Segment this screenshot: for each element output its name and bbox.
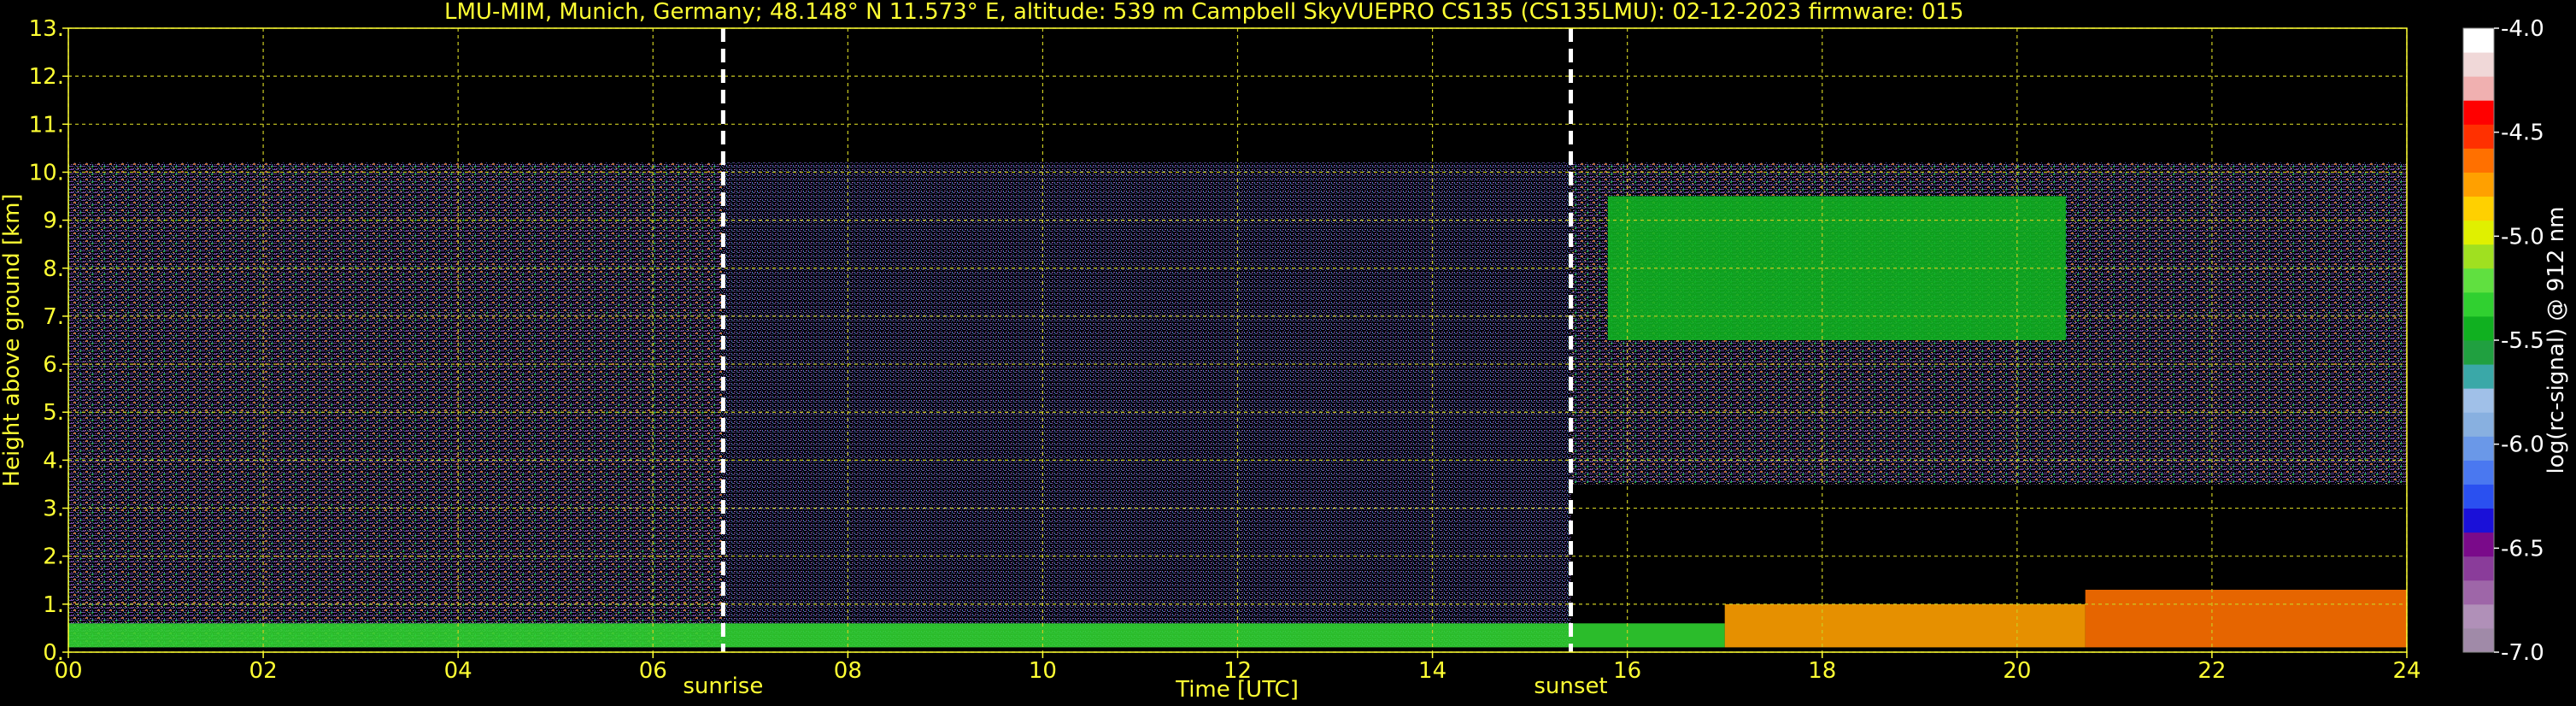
colorbar-segment [2463, 291, 2494, 317]
colorbar-segment [2463, 412, 2494, 437]
y-tick-label: 8. [43, 256, 64, 282]
y-tick-label: 10. [29, 160, 64, 185]
colorbar-segment [2463, 148, 2494, 173]
sunrise-label: sunrise [683, 674, 763, 699]
signal-region-0 [68, 162, 724, 648]
colorbar-tick-label: -6.5 [2501, 536, 2544, 562]
y-tick-label: 2. [43, 544, 64, 570]
colorbar-segment [2463, 268, 2494, 293]
colorbar-segment [2463, 244, 2494, 269]
signal-region-5 [2085, 590, 2407, 648]
colorbar-segment [2463, 388, 2494, 413]
x-tick-label: 14 [1418, 658, 1446, 684]
x-tick-label: 02 [249, 658, 278, 684]
signal-region-1 [723, 162, 1571, 648]
colorbar-tick-label: -4.5 [2501, 121, 2544, 146]
colorbar-tick-label: -4.0 [2501, 16, 2544, 42]
y-tick-label: 9. [43, 209, 64, 234]
colorbar-segment [2463, 508, 2494, 533]
x-tick-label: 16 [1613, 658, 1641, 684]
x-tick-label: 20 [2003, 658, 2031, 684]
y-tick-label: 11. [29, 112, 64, 138]
colorbar-segment [2463, 603, 2494, 629]
x-tick-label: 24 [2392, 658, 2421, 684]
colorbar-tick-label: -5.5 [2501, 328, 2544, 354]
signal-region-4 [1724, 603, 2086, 648]
colorbar-segment [2463, 460, 2494, 485]
colorbar-segment [2463, 364, 2494, 389]
colorbar-segment [2463, 315, 2494, 341]
colorbar-segment [2463, 220, 2494, 245]
x-tick-label: 10 [1029, 658, 1057, 684]
colorbar-segment [2463, 124, 2494, 149]
colorbar-label: log(rc-signal) @ 912 nm [2544, 207, 2569, 474]
colorbar-segment [2463, 436, 2494, 461]
y-tick-label: 12. [29, 64, 64, 90]
colorbar-tick-label: -6.0 [2501, 432, 2544, 458]
y-tick-label: 1. [43, 592, 64, 618]
colorbar-tick-label: -5.0 [2501, 224, 2544, 250]
ceilometer-chart: sunrise sunset 00 02 04 06 08 10 12 14 16 18 20 22 24… [0, 0, 2576, 706]
y-tick-label: 4. [43, 448, 64, 474]
colorbar-segment [2463, 76, 2494, 101]
chart-title: LMU-MIM, Munich, Germany; 48.148° N 11.5… [444, 0, 1963, 25]
x-tick-label: 06 [639, 658, 667, 684]
signal-region-3 [68, 623, 1725, 648]
colorbar-tick-label: -7.0 [2501, 640, 2544, 666]
y-tick-label: 5. [43, 400, 64, 426]
y-tick-label: 0. [43, 640, 64, 666]
colorbar-segment [2463, 484, 2494, 509]
x-tick-label: 08 [834, 658, 862, 684]
y-tick-label: 3. [43, 497, 64, 522]
colorbar-segment [2463, 172, 2494, 197]
y-axis-label: Height above ground [km] [0, 193, 25, 486]
x-axis-label: Time [UTC] [1175, 677, 1299, 703]
colorbar-segment [2463, 340, 2494, 365]
x-tick-label: 22 [2198, 658, 2226, 684]
colorbar [2462, 27, 2495, 653]
y-tick-label: 6. [43, 352, 64, 378]
x-tick-label: 18 [1808, 658, 1836, 684]
y-tick-label: 13. [29, 16, 64, 42]
plot-area: sunrise sunset [67, 27, 2408, 699]
colorbar-segment [2463, 28, 2494, 53]
colorbar-segment [2463, 532, 2494, 557]
colorbar-segment [2463, 627, 2494, 653]
x-tick-label: 04 [444, 658, 472, 684]
colorbar-segment [2463, 196, 2494, 221]
y-tick-label: 7. [43, 304, 64, 330]
sunset-label: sunset [1534, 674, 1607, 699]
colorbar-segment [2463, 556, 2494, 581]
colorbar-segment [2463, 100, 2494, 125]
colorbar-segment [2463, 52, 2494, 77]
colorbar-segment [2463, 580, 2494, 605]
